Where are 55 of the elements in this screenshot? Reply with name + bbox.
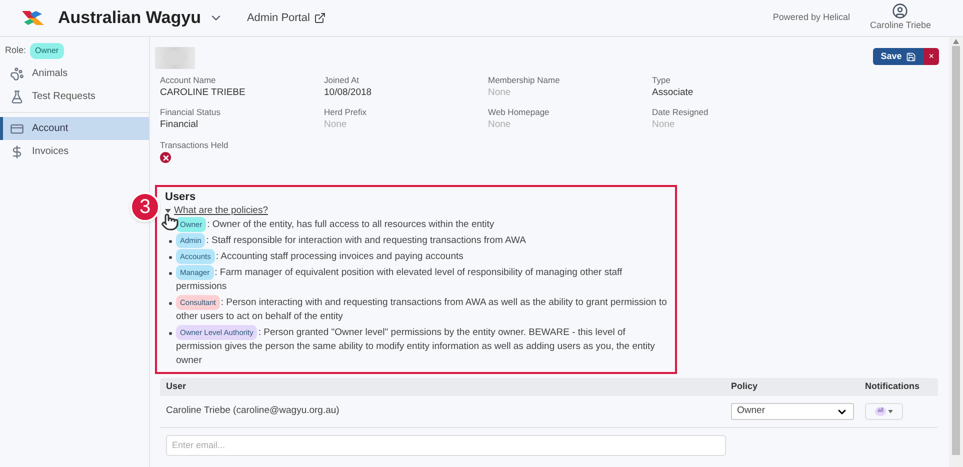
user-icon [892,3,908,20]
column-header: User [166,380,188,394]
field-label: Transactions Held [160,139,228,151]
field-label: Membership Name [488,74,561,86]
brand-name: Australian Wagyu [58,7,201,30]
bullet-icon [169,240,172,243]
external-link-icon [314,12,326,24]
field-label: Joined At [324,74,360,86]
flask-icon [10,90,24,104]
field-value: None [488,118,512,132]
field-value: None [324,118,348,132]
caret-down-icon[interactable] [165,208,171,214]
user-menu[interactable]: Caroline Triebe [870,3,931,33]
bullet-icon [169,302,172,305]
policy-select[interactable]: Owner [731,403,854,420]
paw-icon [10,66,24,80]
email-input[interactable]: Enter email... [166,434,726,456]
field-value: Associate [652,86,694,100]
scroll-up-icon[interactable] [953,39,959,44]
dollar-icon [10,144,24,158]
caret-down-icon [888,410,892,414]
field-value: Financial [160,118,200,132]
card-icon [10,122,24,136]
cancel-button[interactable]: × [924,48,939,65]
bullet-icon [169,272,172,275]
admin-portal-link[interactable]: Admin Portal [246,10,326,26]
step-badge: 3 [130,192,160,222]
field-label: Account Name [160,74,217,86]
column-header: Notifications [865,380,921,394]
policies-toggle[interactable]: What are the policies? [174,204,268,217]
column-header: Policy [731,380,759,394]
section-title: Users [165,190,197,204]
powered-by-text: Powered by Helical [772,11,850,24]
bullet-icon [169,332,172,335]
table-cell-text: Caroline Triebe (caroline@wagyu.org.au) [166,404,340,418]
field-label: Web Homepage [488,106,550,118]
hand-cursor-icon [161,213,179,231]
role-label: Role: [5,44,26,58]
sidebar-item[interactable]: Invoices [0,140,149,163]
field-label: Type [652,74,672,86]
sidebar-item[interactable]: Test Requests [0,85,149,108]
bullet-icon [169,256,172,259]
role-badge: Owner [30,43,64,59]
field-label: Financial Status [160,106,222,118]
field-value: None [652,118,676,132]
logo-icon [20,9,46,27]
save-button[interactable]: Save [872,48,924,65]
sidebar-item[interactable]: Account [0,117,149,140]
field-value: None [488,86,512,100]
sidebar-item[interactable]: Animals [0,62,149,85]
scroll-thumb[interactable] [952,46,960,455]
field-value: 10/08/2018 [324,86,373,100]
field-label: Date Resigned [652,106,710,118]
field-label: Herd Prefix [324,106,368,118]
field-value: CAROLINE TRIEBE [160,86,246,100]
